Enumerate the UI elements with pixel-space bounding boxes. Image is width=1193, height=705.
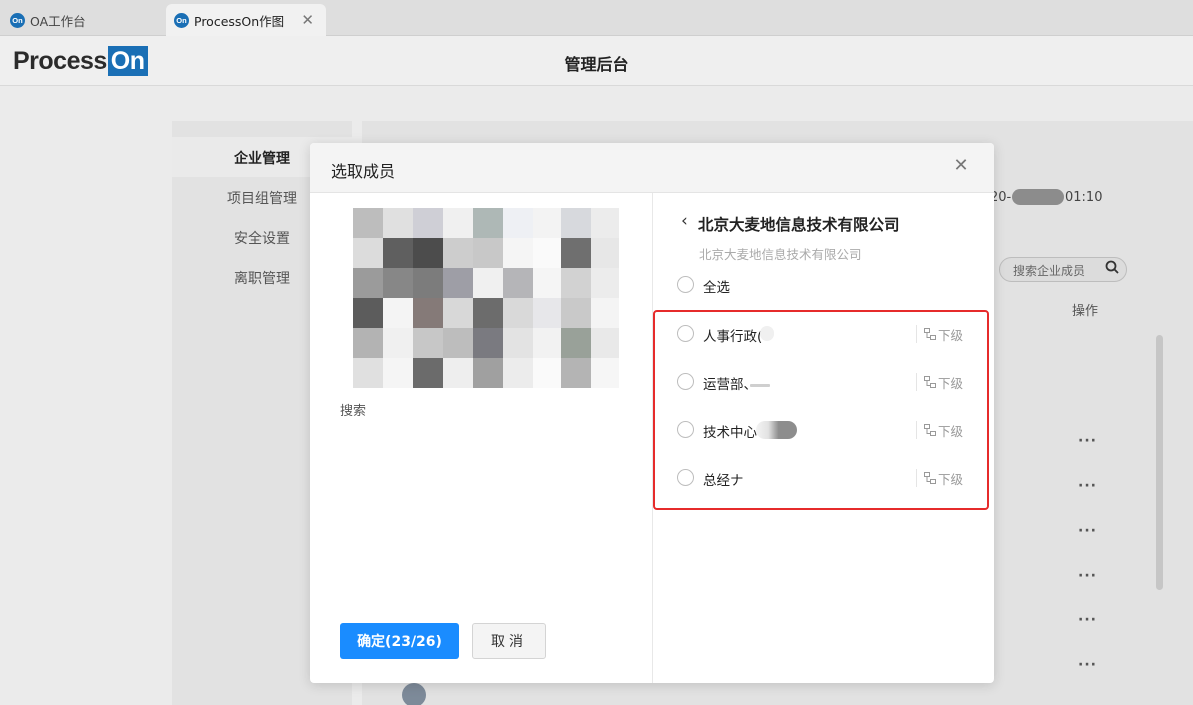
more-actions-icon[interactable]: ··· <box>1078 657 1097 673</box>
page-scrollbar[interactable] <box>1156 335 1163 590</box>
select-all-radio[interactable] <box>677 276 694 293</box>
org-tree-icon <box>924 376 936 388</box>
processon-icon: On <box>174 12 189 28</box>
blurred-text <box>760 326 774 341</box>
close-tab-icon[interactable]: ✕ <box>301 11 314 29</box>
blurred-member-list <box>353 208 621 390</box>
avatar <box>402 683 426 705</box>
company-name: 北京大麦地信息技术有限公司 <box>698 216 900 234</box>
sub-department-label: 下级 <box>938 327 964 343</box>
back-chevron-icon[interactable]: ‹ <box>681 211 688 231</box>
department-radio[interactable] <box>677 469 694 486</box>
department-radio[interactable] <box>677 421 694 438</box>
org-tree-icon <box>924 328 936 340</box>
sub-department-link[interactable]: 下级 <box>916 325 963 343</box>
more-actions-icon[interactable]: ··· <box>1078 523 1097 539</box>
close-icon[interactable]: ✕ <box>948 153 974 179</box>
org-tree-icon <box>924 472 936 484</box>
cancel-button[interactable]: 取消 <box>472 623 546 659</box>
sub-department-label: 下级 <box>938 471 964 487</box>
dialog-title: 选取成员 <box>331 162 396 181</box>
tab-oa-workbench[interactable]: On OA工作台 <box>10 4 160 36</box>
more-actions-icon[interactable]: ··· <box>1078 568 1097 584</box>
more-actions-icon[interactable]: ··· <box>1078 612 1097 628</box>
search-icon[interactable] <box>1105 260 1119 274</box>
member-search-input[interactable]: 搜索企业成员 <box>999 257 1127 282</box>
more-actions-icon[interactable]: ··· <box>1078 478 1097 494</box>
org-tree-icon <box>924 424 936 436</box>
department-name: 技术中心 <box>703 425 757 441</box>
search-placeholder: 搜索企业成员 <box>1013 264 1086 278</box>
department-radio[interactable] <box>677 325 694 342</box>
tab-label: ProcessOn作图 <box>194 13 285 29</box>
blurred-text <box>750 384 770 387</box>
department-name: 运营部、 <box>703 377 757 393</box>
browser-tab-bar: On OA工作台 On ProcessOn作图 ✕ <box>0 0 1193 36</box>
select-all-label: 全选 <box>703 280 730 296</box>
sub-department-link[interactable]: 下级 <box>916 373 963 391</box>
department-name: 人事行政( <box>703 329 763 345</box>
blurred-date <box>1012 189 1064 205</box>
sub-department-link[interactable]: 下级 <box>916 421 963 439</box>
dialog-header: 选取成员 ✕ <box>310 143 994 193</box>
tab-label: OA工作台 <box>30 13 86 29</box>
date-suffix: 01:10 <box>1065 190 1103 205</box>
sub-department-label: 下级 <box>938 423 964 439</box>
department-name: 总经ナ <box>703 473 744 489</box>
confirm-button[interactable]: 确定(23/26) <box>340 623 459 659</box>
department-radio[interactable] <box>677 373 694 390</box>
processon-icon: On <box>10 12 25 28</box>
page-title: 管理后台 <box>564 55 629 74</box>
search-label[interactable]: 搜索 <box>340 400 366 419</box>
blurred-text <box>756 421 797 439</box>
operation-column-header: 操作 <box>1072 304 1099 319</box>
app-header: Process On 管理后台 <box>0 36 1193 86</box>
sub-department-label: 下级 <box>938 375 964 391</box>
more-actions-icon[interactable]: ··· <box>1078 433 1097 449</box>
tab-processon[interactable]: On ProcessOn作图 ✕ <box>166 4 326 36</box>
breadcrumb[interactable]: 北京大麦地信息技术有限公司 <box>699 244 862 263</box>
panel-divider <box>652 193 653 683</box>
sub-department-link[interactable]: 下级 <box>916 469 963 487</box>
